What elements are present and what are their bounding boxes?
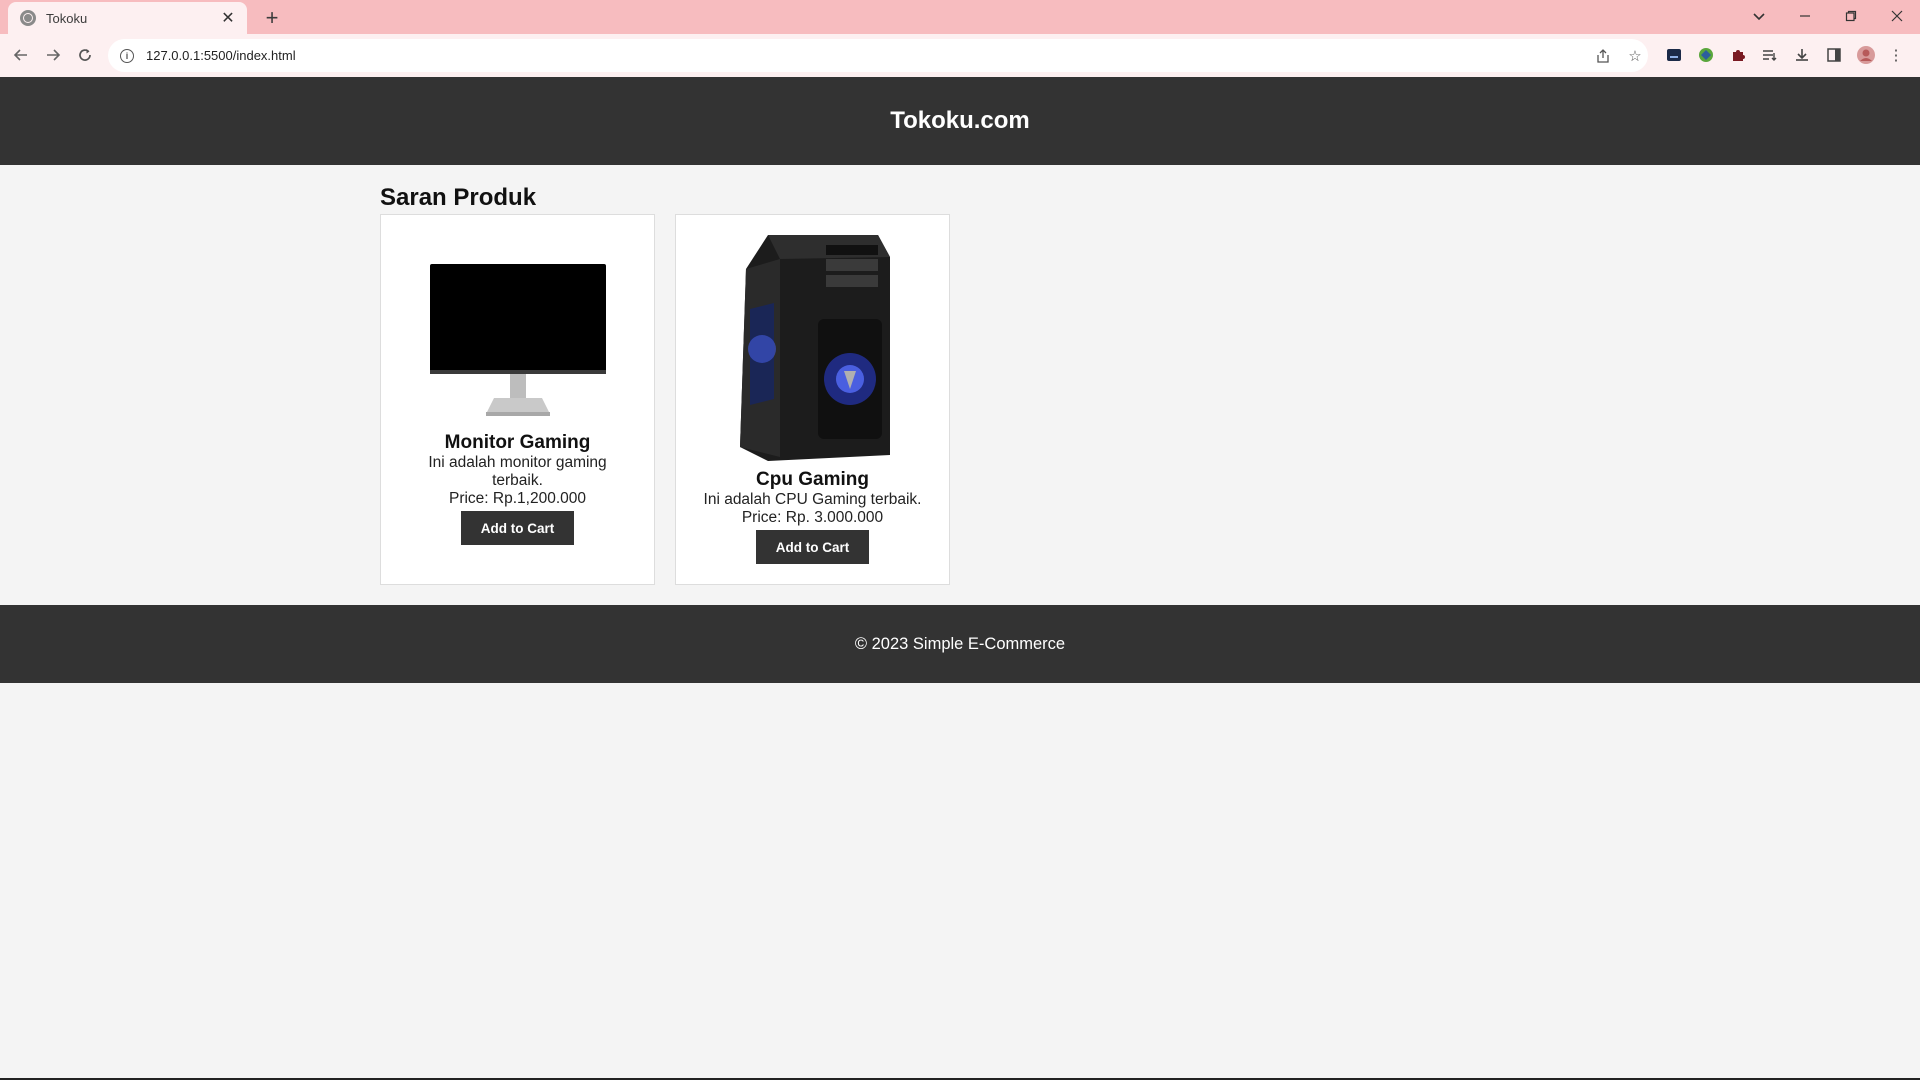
browser-tabstrip: Tokoku ✕ + (0, 0, 1920, 34)
add-to-cart-button[interactable]: Add to Cart (756, 530, 869, 564)
info-icon[interactable]: i (120, 48, 134, 63)
profile-avatar-icon[interactable] (1856, 45, 1876, 65)
puzzle-extension-icon[interactable] (1728, 45, 1748, 65)
tab-search-icon[interactable] (1736, 2, 1782, 30)
browser-tab[interactable]: Tokoku ✕ (8, 2, 247, 34)
menu-kebab-icon[interactable]: ⋮ (1886, 45, 1906, 65)
product-name: Monitor Gaming (444, 432, 591, 453)
product-name: Cpu Gaming (756, 469, 869, 490)
product-description: Ini adalah monitor gaming terbaik. (428, 454, 607, 489)
product-card: Cpu Gaming Ini adalah CPU Gaming terbaik… (675, 214, 950, 585)
bookmark-star-icon[interactable]: ☆ (1626, 47, 1644, 65)
product-price: Price: Rp.1,200.000 (448, 490, 586, 507)
browser-toolbar: i 127.0.0.1:5500/index.html ☆ ⋮ (0, 34, 1920, 77)
address-bar[interactable]: i 127.0.0.1:5500/index.html ☆ (108, 39, 1648, 72)
pc-case-image (693, 215, 933, 465)
reading-list-icon[interactable] (1760, 45, 1780, 65)
minimize-button[interactable] (1782, 2, 1828, 30)
reload-button[interactable] (71, 41, 99, 69)
site-title: Tokoku.com (890, 107, 1030, 134)
tab-title: Tokoku (46, 10, 88, 26)
close-tab-icon[interactable]: ✕ (219, 8, 237, 28)
monitor-image (398, 215, 638, 428)
extension-2-icon[interactable] (1696, 45, 1716, 65)
side-panel-icon[interactable] (1824, 45, 1844, 65)
section-title: Saran Produk (380, 184, 537, 211)
extension-1-icon[interactable] (1664, 45, 1684, 65)
globe-icon (20, 10, 36, 26)
restore-button[interactable] (1828, 2, 1874, 30)
footer-text: © 2023 Simple E-Commerce (854, 634, 1066, 653)
back-button[interactable] (7, 41, 35, 69)
add-to-cart-button[interactable]: Add to Cart (461, 511, 574, 545)
page-content: Tokoku.com Saran Produk Monitor Gaming I… (0, 77, 1920, 1078)
download-icon[interactable] (1792, 45, 1812, 65)
share-icon[interactable] (1594, 47, 1612, 65)
product-card: Monitor Gaming Ini adalah monitor gaming… (380, 214, 655, 585)
product-price: Price: Rp. 3.000.000 (741, 509, 884, 526)
close-window-button[interactable] (1874, 2, 1920, 30)
new-tab-button[interactable]: + (258, 4, 286, 32)
site-footer: © 2023 Simple E-Commerce (0, 605, 1920, 683)
url-text: 127.0.0.1:5500/index.html (146, 48, 296, 63)
product-description: Ini adalah CPU Gaming terbaik. (703, 491, 922, 508)
forward-button[interactable] (39, 41, 67, 69)
site-header: Tokoku.com (0, 77, 1920, 165)
